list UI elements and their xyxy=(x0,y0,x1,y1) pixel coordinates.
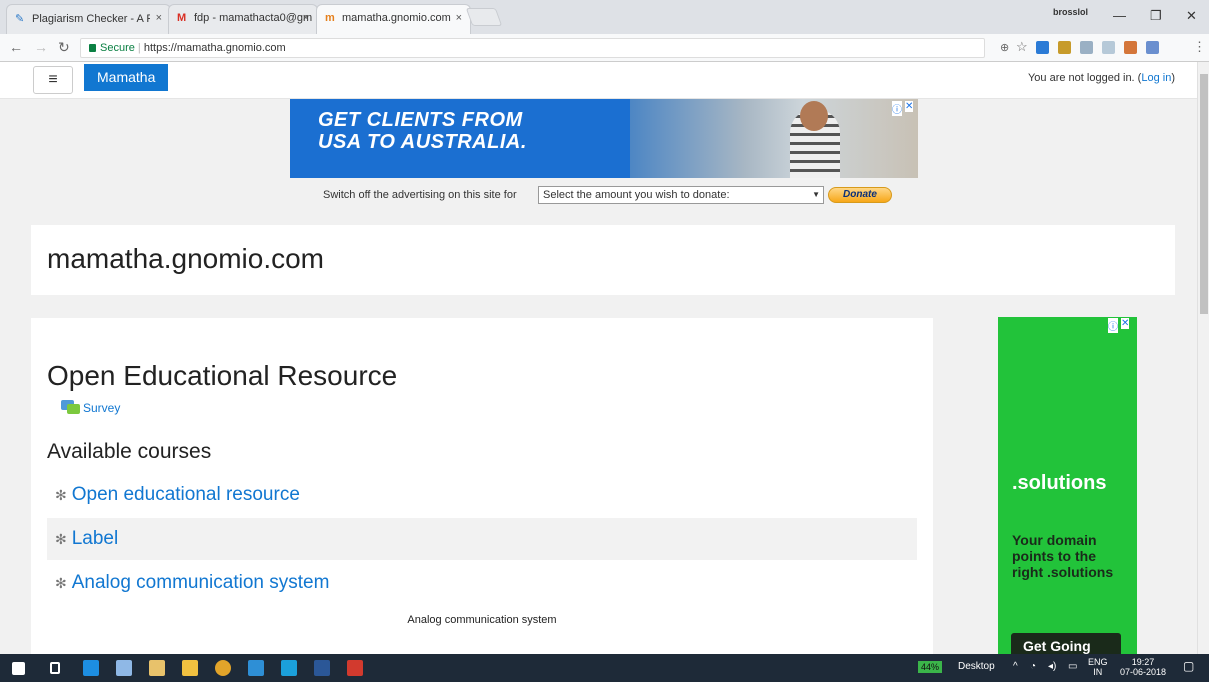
ad-headline: GET CLIENTS FROM USA TO AUSTRALIA. xyxy=(318,109,527,153)
course-icon: ✻ xyxy=(55,575,67,591)
volume-icon[interactable]: ◂) xyxy=(1048,661,1056,672)
ad-person-head xyxy=(800,101,828,131)
menu-toggle-button[interactable]: ≡ xyxy=(33,66,73,94)
ad-info-icon[interactable]: ⓘ xyxy=(892,101,902,116)
course-item[interactable]: ✻ Open educational resource xyxy=(47,474,917,516)
top-banner-ad[interactable]: GET CLIENTS FROM USA TO AUSTRALIA. ⓘ ✕ xyxy=(290,99,918,178)
course-icon: ✻ xyxy=(55,487,67,503)
language-indicator[interactable]: ENG IN xyxy=(1088,657,1108,677)
task-view-icon[interactable] xyxy=(50,662,60,674)
plagiarism-favicon-icon: ✎ xyxy=(15,13,25,25)
remote-desktop-icon[interactable] xyxy=(248,660,264,676)
extension-6-icon[interactable] xyxy=(1146,41,1159,54)
donate-button[interactable]: Donate xyxy=(828,187,892,203)
site-navbar: ≡ Mamatha You are not logged in. (Log in… xyxy=(0,62,1197,99)
extension-2-icon[interactable] xyxy=(1058,41,1071,54)
extension-1-icon[interactable] xyxy=(1036,41,1049,54)
acrobat-icon[interactable] xyxy=(347,660,363,676)
moodle-icon: m xyxy=(325,12,335,25)
ad-close-icon[interactable]: ✕ xyxy=(905,101,914,112)
lock-icon xyxy=(89,44,96,52)
course-item[interactable]: ✻ Analog communication system xyxy=(47,562,917,604)
page-heading: Open Educational Resource xyxy=(47,360,398,391)
back-icon[interactable]: ← xyxy=(9,39,23,55)
windows-start-icon[interactable] xyxy=(12,662,25,675)
skype-icon[interactable] xyxy=(281,660,297,676)
site-title: mamatha.gnomio.com xyxy=(47,243,325,274)
course-icon: ✻ xyxy=(55,531,67,547)
scroll-thumb[interactable] xyxy=(1200,74,1208,314)
course-link[interactable]: Label xyxy=(72,528,119,549)
new-tab-button[interactable] xyxy=(465,8,503,26)
page-scrollbar[interactable] xyxy=(1197,62,1209,654)
minimize-icon[interactable]: — xyxy=(1113,8,1126,23)
word-icon[interactable] xyxy=(314,660,330,676)
browser-toolbar: ← → ↻ Secure | https://mamatha.gnomio.co… xyxy=(0,34,1209,62)
gmail-icon: M xyxy=(177,12,187,25)
course-item[interactable]: ✻ Label xyxy=(47,518,917,560)
close-tab-icon[interactable]: × xyxy=(303,12,309,24)
available-courses-heading: Available courses xyxy=(47,440,212,463)
close-window-icon[interactable]: ✕ xyxy=(1186,8,1197,24)
forward-icon[interactable]: → xyxy=(34,39,48,55)
side-ad[interactable]: ⓘ ✕ .solutions Your domain points to the… xyxy=(998,317,1137,654)
site-header: mamatha.gnomio.com xyxy=(31,225,1175,295)
store-icon[interactable] xyxy=(149,660,165,676)
page-content: ≡ Mamatha You are not logged in. (Log in… xyxy=(0,62,1197,654)
extension-4-icon[interactable] xyxy=(1102,41,1115,54)
profile-name[interactable]: brosslol xyxy=(1053,7,1088,17)
zoom-icon[interactable]: ⊕ xyxy=(1000,41,1009,54)
ad-body-text: Your domain points to the right .solutio… xyxy=(1012,532,1114,580)
donate-amount-select[interactable]: Select the amount you wish to donate: ▼ xyxy=(538,186,824,204)
ad-domain-text: .solutions xyxy=(1012,472,1107,494)
app-icon[interactable] xyxy=(116,660,132,676)
course-summary: Analog communication system xyxy=(407,614,557,626)
secure-label: Secure xyxy=(100,42,135,54)
extension-5-icon[interactable] xyxy=(1124,41,1137,54)
wifi-icon[interactable]: ◔ xyxy=(1030,661,1036,672)
survey-activity[interactable]: Survey xyxy=(61,400,120,415)
tray-chevron-icon[interactable]: ^ xyxy=(1013,661,1018,672)
desktop-toolbar[interactable]: Desktop xyxy=(958,661,995,672)
url-text: https://mamatha.gnomio.com xyxy=(143,42,286,54)
battery-icon[interactable]: ▭ xyxy=(1068,661,1077,672)
chrome-icon[interactable] xyxy=(215,660,231,676)
login-info: You are not logged in. (Log in) xyxy=(1027,72,1175,84)
ad-close-icon[interactable]: ✕ xyxy=(1121,318,1130,329)
action-center-icon[interactable]: ▢ xyxy=(1183,659,1194,673)
file-explorer-icon[interactable] xyxy=(182,660,198,676)
site-brand[interactable]: Mamatha xyxy=(84,64,169,91)
browser-tab-bar: ✎ Plagiarism Checker - A Fr × Mfdp - mamat… xyxy=(0,0,1209,34)
close-tab-icon[interactable]: × xyxy=(456,12,462,24)
edge-icon[interactable] xyxy=(83,660,99,676)
clock[interactable]: 19:27 07-06-2018 xyxy=(1120,657,1166,677)
menu-dots-icon[interactable]: ⋮ xyxy=(1193,39,1206,55)
extension-3-icon[interactable] xyxy=(1080,41,1093,54)
survey-icon xyxy=(61,400,81,414)
select-arrow-icon: ▼ xyxy=(812,190,820,199)
battery-indicator[interactable]: 44% xyxy=(918,661,943,673)
restore-icon[interactable]: ❐ xyxy=(1150,8,1162,24)
login-link[interactable]: Log in xyxy=(1141,72,1171,84)
main-region: Open Educational Resource Survey Availab… xyxy=(31,318,933,654)
tab-plagiarism-checker[interactable]: ✎ Plagiarism Checker - A Fr × xyxy=(6,4,171,34)
course-link[interactable]: Open educational resource xyxy=(72,484,300,505)
tab-gnomio[interactable]: m mamatha.gnomio.com × xyxy=(316,4,471,34)
survey-link[interactable]: Survey xyxy=(83,401,120,415)
tab-gmail[interactable]: Mfdp - mamathacta0@gm × xyxy=(168,4,318,34)
address-bar[interactable]: Secure | https://mamatha.gnomio.com xyxy=(80,38,985,58)
donate-label: Switch off the advertising on this site … xyxy=(323,189,517,201)
ad-photo xyxy=(630,99,918,178)
windows-taskbar: 44% Desktop ^ ◔ ◂) ▭ ENG IN 19:27 07-06-20… xyxy=(0,654,1209,682)
ad-info-icon[interactable]: ⓘ xyxy=(1108,318,1118,333)
ad-cta-button[interactable]: Get Going xyxy=(1011,633,1121,654)
reload-icon[interactable]: ↻ xyxy=(58,39,70,56)
close-tab-icon[interactable]: × xyxy=(156,12,162,24)
course-link[interactable]: Analog communication system xyxy=(72,572,330,593)
bookmark-star-icon[interactable]: ☆ xyxy=(1016,39,1028,55)
